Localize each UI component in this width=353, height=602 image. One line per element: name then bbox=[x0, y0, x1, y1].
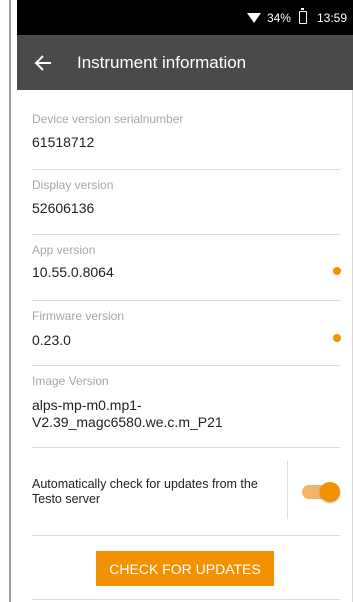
info-value: 0.23.0 bbox=[32, 332, 71, 348]
battery-percent: 34% bbox=[266, 10, 291, 25]
info-value: 10.55.0.8064 bbox=[32, 264, 114, 280]
content: Device version serialnumber 61518712 Dis… bbox=[17, 90, 353, 600]
info-value: 52606136 bbox=[32, 200, 95, 216]
info-row-display: Display version 52606136 bbox=[32, 170, 340, 235]
status-bar: 34% 13:59 bbox=[17, 0, 353, 35]
auto-update-label: Automatically check for updates from the… bbox=[32, 477, 258, 506]
auto-update-toggle[interactable] bbox=[302, 482, 340, 502]
info-value: 61518712 bbox=[32, 134, 95, 150]
info-label: Image Version bbox=[32, 374, 109, 388]
toggle-thumb bbox=[320, 482, 340, 502]
info-label: Device version serialnumber bbox=[32, 112, 184, 126]
info-row-image: Image Version alps-mp-m0.mp1-V2.39_magc6… bbox=[32, 366, 340, 448]
auto-update-row: Automatically check for updates from the… bbox=[32, 448, 340, 536]
app-bar: Instrument information bbox=[17, 35, 353, 90]
info-label: Firmware version bbox=[32, 309, 125, 323]
check-for-updates-button[interactable]: CHECK FOR UPDATES bbox=[96, 551, 274, 586]
update-indicator-dot bbox=[333, 267, 341, 275]
update-indicator-dot bbox=[333, 334, 341, 342]
arrow-left-icon bbox=[34, 54, 51, 71]
info-row-app: App version 10.55.0.8064 bbox=[32, 235, 341, 301]
wifi-icon bbox=[246, 12, 261, 23]
battery-icon bbox=[298, 8, 307, 24]
info-row-firmware: Firmware version 0.23.0 bbox=[32, 301, 341, 366]
info-label: App version bbox=[32, 243, 96, 257]
info-label: Display version bbox=[32, 178, 114, 192]
check-updates-row: CHECK FOR UPDATES bbox=[32, 536, 340, 600]
back-button[interactable] bbox=[19, 35, 67, 90]
info-value: alps-mp-m0.mp1-V2.39_magc6580.we.c.m_P21 bbox=[32, 397, 223, 430]
page-title: Instrument information bbox=[77, 52, 247, 72]
divider bbox=[287, 461, 288, 519]
info-row-serial: Device version serialnumber 61518712 bbox=[32, 90, 340, 170]
clock: 13:59 bbox=[316, 10, 347, 25]
left-border bbox=[9, 0, 11, 602]
